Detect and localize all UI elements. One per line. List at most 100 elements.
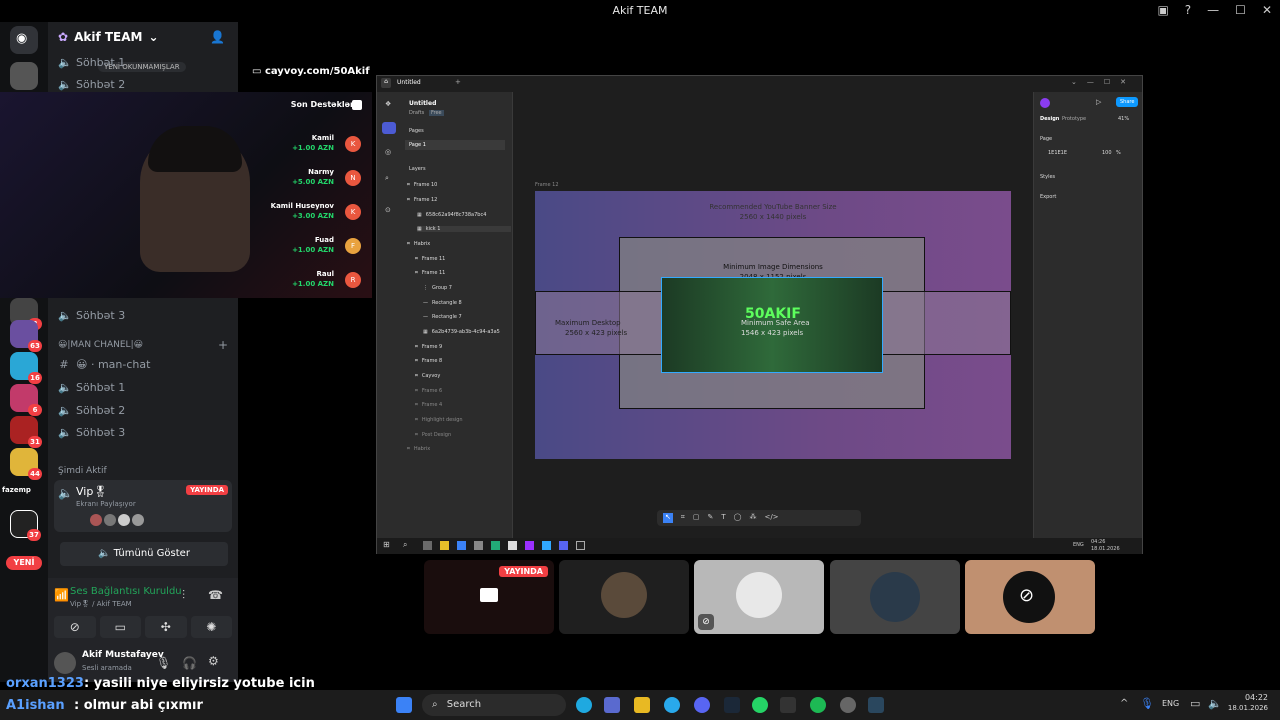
layer-item[interactable]: ⌗ Frame 9 (415, 344, 442, 350)
category-header[interactable]: 😀|MAN CHANEL|😀 (58, 340, 143, 350)
whatsapp-icon[interactable] (752, 697, 768, 713)
telegram-icon[interactable] (664, 697, 680, 713)
find-icon[interactable]: ⌕ (385, 174, 389, 183)
steam-icon[interactable] (724, 697, 740, 713)
server-icon[interactable]: 37 (10, 510, 41, 541)
layer-item[interactable]: ⌗ Cayvoy (415, 373, 440, 379)
voice-channel[interactable]: 🔈 Söhbət 1 (58, 377, 125, 397)
language-indicator[interactable]: ENG (1162, 699, 1179, 708)
assets-icon[interactable]: ◎ (385, 148, 391, 156)
noise-icon[interactable]: ⫶ (182, 588, 185, 603)
text-channel[interactable]: # 😀 · man-chat (58, 354, 150, 374)
windows-icon[interactable]: ⊞ (383, 540, 390, 549)
shape-tool-icon[interactable]: ▢ (693, 513, 700, 523)
settings-gear-icon[interactable]: ⚙ (208, 654, 219, 668)
frame-tool-icon[interactable]: ⌗ (681, 513, 685, 523)
layer-item[interactable]: ⌗ Frame 12 (407, 197, 437, 203)
tray-chevron-icon[interactable]: ^ (1120, 698, 1128, 709)
layer-item[interactable]: ⌗ Frame 11 (415, 270, 445, 276)
actions-tool-icon[interactable]: ⁂ (749, 513, 756, 523)
server-header[interactable]: ✿ Akif TEAM ⌄ (58, 30, 159, 44)
layer-item[interactable]: ⌗ Frame 8 (415, 358, 442, 364)
server-icon[interactable]: 31 (10, 416, 42, 448)
layer-item[interactable]: ⌗ Frame 11 (415, 256, 445, 262)
layer-item[interactable]: ▦ 6a2b4739-ab3b-4c94-a3a5 (423, 329, 500, 335)
layer-item[interactable]: ⋮ Group 7 (423, 285, 452, 291)
activities-icon[interactable]: ✣ (145, 616, 187, 638)
camera-off-icon[interactable]: ⊘ (54, 616, 96, 638)
layer-item[interactable]: ⌗ Frame 10 (407, 182, 437, 188)
page-color[interactable]: 1E1E1E (1048, 150, 1067, 156)
mic-icon[interactable]: 🎙 (156, 656, 171, 670)
banner-frame[interactable]: Recommended YouTube Banner Size 2560 x 1… (535, 191, 1011, 459)
new-badge[interactable]: YENİ (6, 556, 42, 570)
folder-icon[interactable] (634, 697, 650, 713)
network-icon[interactable]: ▭ (1190, 697, 1200, 710)
show-all-button[interactable]: 🔈 Tümünü Göster (60, 542, 228, 566)
soundboard-icon[interactable]: ✺ (190, 616, 232, 638)
server-icon[interactable]: 6 (10, 384, 42, 416)
discord-home-icon[interactable]: ◉ (10, 26, 38, 54)
layer-item[interactable]: ▦ 658c62a94f8c738a7bc4 (417, 212, 486, 218)
screen-share-icon[interactable]: ▭ (99, 616, 141, 638)
minimize-button[interactable]: — (1207, 3, 1219, 17)
discord-icon[interactable] (694, 697, 710, 713)
share-button[interactable]: Share (1116, 97, 1139, 107)
window-controls[interactable]: ⌄—☐✕ (1071, 78, 1136, 86)
participant-tile[interactable] (830, 560, 960, 634)
spotify-icon[interactable] (810, 697, 826, 713)
prototype-tab[interactable]: Prototype (1062, 116, 1086, 122)
voice-channel[interactable]: 🔈 Söhbət 3 (58, 422, 125, 442)
disconnect-icon[interactable]: ☎ (208, 588, 223, 602)
layer-item[interactable]: ⌗ Habrix (407, 241, 430, 247)
zoom-level[interactable]: 41% (1118, 116, 1129, 122)
voice-channel[interactable]: 🔈 Söhbət 2 (58, 74, 125, 94)
store-icon[interactable] (604, 697, 620, 713)
file-icon[interactable] (382, 122, 396, 134)
volume-icon[interactable]: 🔈 (1208, 697, 1222, 710)
present-icon[interactable]: ▷ (1096, 98, 1101, 106)
layer-item[interactable]: ▦ kick 1 (417, 226, 511, 232)
stream-tile[interactable]: YAYINDA (424, 560, 554, 634)
participant-tile[interactable]: ⊘ (965, 560, 1095, 634)
layer-item[interactable]: — Rectangle 7 (423, 314, 462, 320)
taskbar-search[interactable]: ⌕ Search (422, 694, 566, 716)
taskbar-time[interactable]: 04:22 (1232, 693, 1268, 702)
search-icon[interactable]: ⌕ (403, 540, 407, 550)
comment-tool-icon[interactable]: ◯ (734, 513, 742, 523)
headphones-icon[interactable]: 🎧 (182, 656, 197, 670)
variables-icon[interactable]: ⊙ (385, 206, 391, 214)
layer-item[interactable]: ⌗ Highlight design (415, 417, 463, 423)
layer-item[interactable]: ⌗ Habrix (407, 446, 430, 452)
page-item[interactable]: Page 1 (405, 140, 505, 150)
layer-item[interactable]: ⌗ Post Design (415, 432, 451, 438)
windows-start-icon[interactable] (396, 697, 412, 713)
mic-icon[interactable]: 🎙 (1140, 697, 1154, 710)
invite-icon[interactable]: 👤 (210, 30, 225, 44)
server-icon[interactable]: 63 (10, 320, 42, 352)
steam-icon[interactable] (868, 697, 884, 713)
dev-mode-icon[interactable]: </> (764, 513, 778, 523)
edge-icon[interactable] (576, 697, 592, 713)
server-icon[interactable]: 44 (10, 448, 42, 480)
file-name[interactable]: Untitled (409, 100, 436, 107)
app-icon[interactable] (840, 697, 856, 713)
figma-window[interactable]: ⌂ Untitled + ⌄—☐✕ ❖ ◎ ⌕ ⊙ Untitled Draft… (376, 75, 1143, 554)
voice-channel[interactable]: 🔈 Söhbət 3 (58, 305, 125, 325)
voice-channel[interactable]: 🔈 Söhbət 2 (58, 400, 125, 420)
page-opacity[interactable]: 100 (1102, 150, 1112, 156)
server-icon[interactable]: 16 (10, 352, 42, 384)
maximize-button[interactable]: ☐ (1235, 3, 1246, 17)
avatar[interactable] (54, 652, 76, 674)
figma-canvas[interactable]: Frame 12 Recommended YouTube Banner Size… (513, 92, 1033, 538)
layer-item[interactable]: ⌗ Frame 6 (415, 388, 442, 394)
inbox-icon[interactable]: ▣ (1157, 3, 1168, 17)
pen-tool-icon[interactable]: ✎ (707, 513, 713, 523)
design-tab[interactable]: Design (1040, 116, 1059, 122)
move-tool-icon[interactable]: ↖ (663, 513, 673, 523)
layer-item[interactable]: ⌗ Frame 4 (415, 402, 442, 408)
participant-tile[interactable] (559, 560, 689, 634)
add-channel-icon[interactable]: + (218, 338, 228, 352)
text-tool-icon[interactable]: T (721, 513, 725, 523)
taskbar-date[interactable]: 18.01.2026 (1224, 704, 1268, 712)
